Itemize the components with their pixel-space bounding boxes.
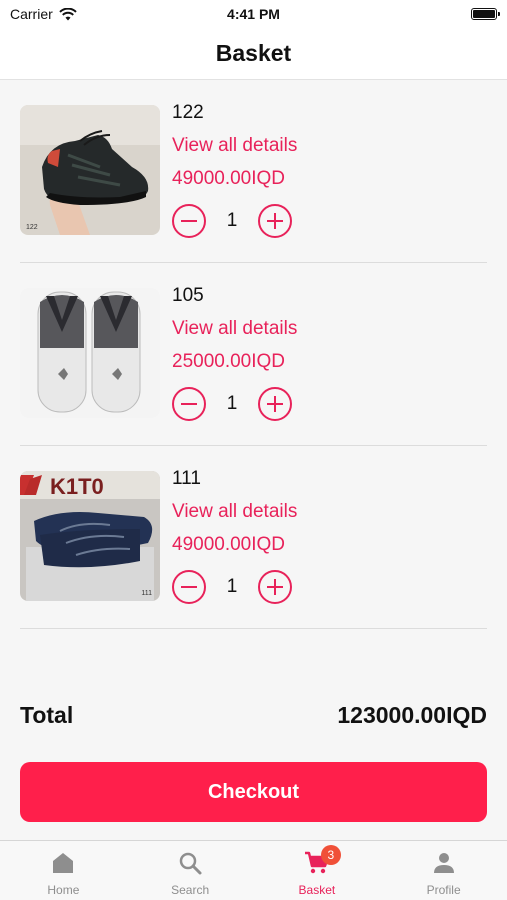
total-label: Total [20, 702, 74, 728]
quantity-value: 1 [226, 576, 238, 597]
product-image[interactable]: 122 [20, 105, 160, 235]
quantity-stepper: 1 [172, 204, 292, 238]
person-icon [433, 853, 454, 873]
page-title: Basket [215, 40, 292, 66]
basket-item: K1T0 111 111 View all details 49000.00IQ… [20, 446, 487, 629]
product-name: 111 [172, 468, 201, 489]
product-image[interactable]: K1T0 111 [20, 471, 160, 601]
tab-search[interactable]: Search [127, 841, 254, 900]
brand-logo-text: K1T0 [50, 474, 104, 499]
sandal-image [20, 288, 160, 418]
status-right [327, 8, 500, 20]
carrier-label: Carrier [10, 6, 53, 22]
status-bar: Carrier 4:41 PM [0, 0, 507, 28]
decrease-button[interactable] [172, 387, 206, 421]
wifi-icon [59, 7, 77, 20]
decrease-button[interactable] [172, 204, 206, 238]
quantity-value: 1 [226, 210, 238, 231]
battery-level [473, 10, 495, 18]
status-left: Carrier [10, 6, 180, 22]
basket-list: 122 122 View all details 49000.00IQD 1 1… [0, 80, 507, 629]
quantity-stepper: 1 [172, 387, 292, 421]
nav-bar: Basket [0, 28, 507, 80]
minus-icon [181, 585, 197, 589]
cart-count-badge: 3 [320, 845, 341, 865]
basket-item: 122 122 View all details 49000.00IQD 1 [20, 80, 487, 263]
increase-button[interactable] [258, 204, 292, 238]
tab-home[interactable]: Home [0, 841, 127, 900]
battery-icon [471, 8, 500, 20]
search-icon [179, 852, 202, 875]
minus-icon [181, 402, 197, 406]
tab-basket[interactable]: 3 Basket [254, 841, 381, 900]
view-details-link[interactable]: View all details [172, 501, 297, 523]
quantity-stepper: 1 [172, 570, 292, 604]
slide-sandal-image: K1T0 [20, 471, 160, 601]
product-price: 25000.00IQD [172, 351, 286, 372]
product-name: 105 [172, 285, 204, 306]
decrease-button[interactable] [172, 570, 206, 604]
product-image[interactable] [20, 288, 160, 418]
quantity-value: 1 [226, 393, 238, 414]
home-icon [53, 853, 74, 873]
image-tag: 111 [141, 590, 152, 597]
sneaker-image [20, 105, 160, 235]
tab-label: Basket [298, 883, 336, 897]
increase-button[interactable] [258, 570, 292, 604]
tab-bar: Home Search 3 Basket Profile [0, 840, 507, 900]
view-details-link[interactable]: View all details [172, 135, 297, 157]
view-details-link[interactable]: View all details [172, 318, 297, 340]
tab-label: Search [171, 883, 210, 897]
product-price: 49000.00IQD [172, 168, 286, 189]
tab-label: Home [47, 883, 80, 897]
basket-item: 105 View all details 25000.00IQD 1 [20, 263, 487, 446]
status-time: 4:41 PM [227, 6, 280, 22]
increase-button[interactable] [258, 387, 292, 421]
checkout-button[interactable]: Checkout [20, 762, 487, 822]
total-value: 123000.00IQD [337, 702, 487, 728]
tab-label: Profile [426, 883, 461, 897]
image-tag: 122 [26, 224, 38, 231]
total-row: Total 123000.00IQD [20, 702, 487, 729]
product-name: 122 [172, 102, 204, 123]
tab-profile[interactable]: Profile [380, 841, 507, 900]
product-price: 49000.00IQD [172, 534, 286, 555]
minus-icon [181, 219, 197, 223]
